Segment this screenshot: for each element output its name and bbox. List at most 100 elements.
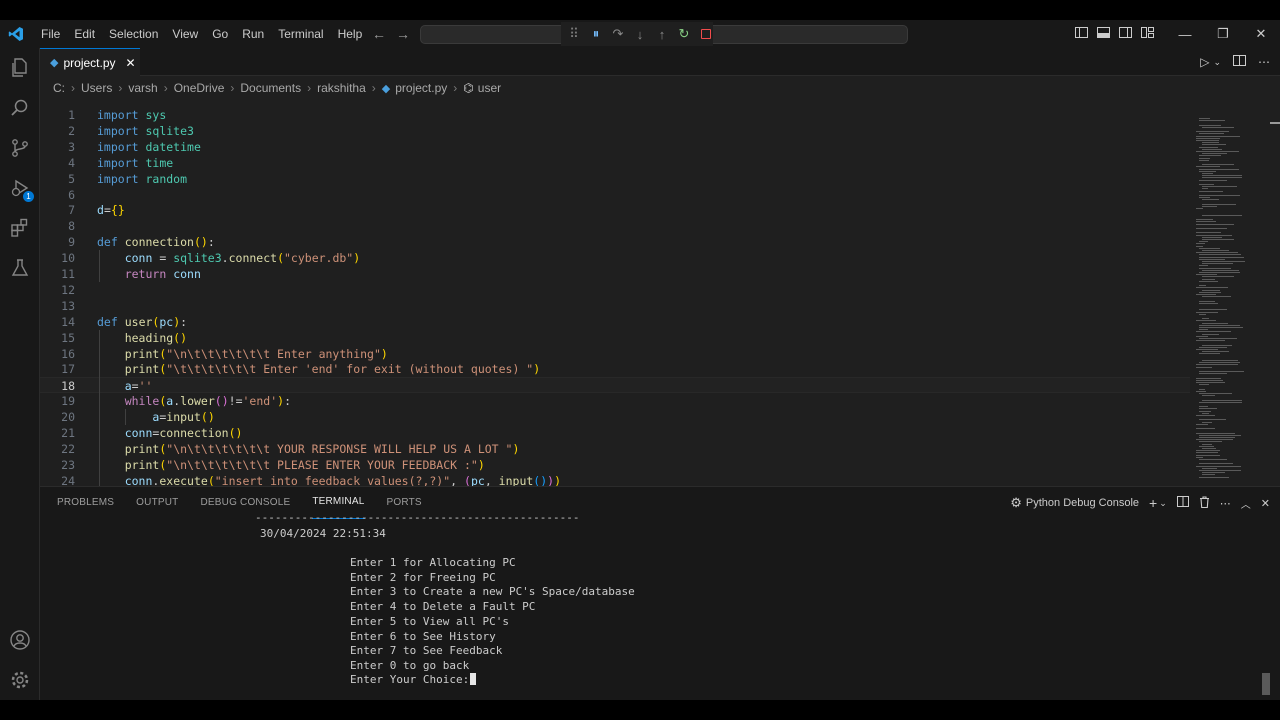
- more-actions-icon[interactable]: ⋯: [1220, 497, 1231, 510]
- customize-layout-icon[interactable]: [1136, 27, 1158, 41]
- minimap-line: [1199, 470, 1242, 471]
- more-actions-icon[interactable]: ⋯: [1258, 55, 1270, 69]
- breadcrumb-item[interactable]: project.py: [395, 81, 447, 95]
- close-panel-icon[interactable]: ✕: [1261, 497, 1270, 510]
- code-line[interactable]: 23 print("\n\t\t\t\t\t\t PLEASE ENTER YO…: [40, 457, 1190, 473]
- breadcrumb-item[interactable]: Documents: [240, 81, 301, 95]
- chevron-right-icon: ›: [163, 81, 168, 95]
- menu-edit[interactable]: Edit: [67, 20, 102, 48]
- terminal-profile[interactable]: ⚙ Python Debug Console: [1010, 495, 1139, 511]
- editor-scrollbar[interactable]: [1270, 122, 1280, 124]
- menu-view[interactable]: View: [165, 20, 205, 48]
- accounts-icon[interactable]: [8, 628, 32, 652]
- code-line[interactable]: 8: [40, 218, 1190, 234]
- menu-terminal[interactable]: Terminal: [271, 20, 330, 48]
- code-line[interactable]: 14 def user(pc):: [40, 314, 1190, 330]
- extensions-icon[interactable]: [8, 216, 32, 240]
- step-out-icon[interactable]: ↑: [655, 27, 669, 42]
- code-editor[interactable]: 1 import sys 2 import sqlite3 3 import dateti…: [40, 98, 1280, 486]
- toggle-panel-icon[interactable]: [1092, 27, 1114, 41]
- minimap[interactable]: [1190, 98, 1270, 486]
- terminal-output[interactable]: ----------------------------------------…: [40, 511, 1270, 700]
- code-line[interactable]: 24 conn.execute("insert into feedback va…: [40, 473, 1190, 486]
- menu-file[interactable]: File: [34, 20, 67, 48]
- forward-arrow-icon[interactable]: →: [396, 20, 410, 48]
- split-terminal-icon[interactable]: [1176, 496, 1189, 510]
- restart-icon[interactable]: ↻: [677, 26, 691, 42]
- breadcrumb-item[interactable]: C:: [53, 81, 65, 95]
- minimap-line: [1196, 331, 1231, 333]
- breadcrumb-item[interactable]: rakshitha: [317, 81, 366, 95]
- code-line[interactable]: 1 import sys: [40, 107, 1190, 123]
- terminal-profile-label: Python Debug Console: [1025, 497, 1140, 509]
- tab-project-py[interactable]: ◆ project.py ✕: [40, 48, 140, 76]
- step-into-icon[interactable]: ↓: [633, 27, 647, 42]
- toggle-sidebar-icon[interactable]: [1070, 27, 1092, 41]
- breadcrumb-item[interactable]: Users: [81, 81, 112, 95]
- code-line[interactable]: 7 d={}: [40, 202, 1190, 218]
- code-text: print("\n\t\t\t\t\t\t PLEASE ENTER YOUR …: [124, 457, 485, 472]
- code-line[interactable]: 21 conn=connection(): [40, 425, 1190, 441]
- debug-toolbar: ⠿ ⏸ ↷ ↓ ↑ ↻: [561, 22, 713, 46]
- pause-icon[interactable]: ⏸: [589, 26, 603, 42]
- minimap-line: [1202, 412, 1209, 414]
- close-tab-icon[interactable]: ✕: [126, 56, 136, 70]
- minimap-line: [1196, 320, 1216, 322]
- breadcrumb-item[interactable]: varsh: [128, 81, 157, 95]
- tab-output[interactable]: OUTPUT: [136, 487, 178, 519]
- code-line[interactable]: 9 def connection():: [40, 234, 1190, 250]
- code-line[interactable]: 5 import random: [40, 171, 1190, 187]
- chevron-down-icon[interactable]: ⌄: [1159, 498, 1167, 509]
- breadcrumb-item[interactable]: user: [478, 81, 501, 95]
- code-line[interactable]: 11 return conn: [40, 266, 1190, 282]
- minimize-icon[interactable]: —: [1166, 27, 1204, 42]
- code-line[interactable]: 12: [40, 282, 1190, 298]
- trash-icon[interactable]: [1199, 495, 1210, 511]
- restore-icon[interactable]: ❐: [1204, 26, 1242, 42]
- source-control-icon[interactable]: [8, 136, 32, 160]
- close-window-icon[interactable]: ✕: [1242, 26, 1280, 42]
- menu-run[interactable]: Run: [235, 20, 271, 48]
- testing-flask-icon[interactable]: [8, 256, 32, 280]
- drag-handle-icon[interactable]: ⠿: [567, 26, 581, 42]
- explorer-icon[interactable]: [8, 56, 32, 80]
- code-line[interactable]: 20 a=input(): [40, 409, 1190, 425]
- menu-help[interactable]: Help: [331, 20, 370, 48]
- step-over-icon[interactable]: ↷: [611, 26, 625, 42]
- stop-icon[interactable]: [699, 27, 713, 42]
- search-icon[interactable]: [8, 96, 32, 120]
- minimap-line: [1202, 474, 1215, 476]
- code-line[interactable]: 4 import time: [40, 155, 1190, 171]
- split-editor-icon[interactable]: [1233, 55, 1246, 69]
- minimap-line: [1196, 219, 1214, 221]
- code-line[interactable]: 17 print("\t\t\t\t\t\t Enter 'end' for e…: [40, 361, 1190, 377]
- chevron-down-icon[interactable]: ⌄: [1213, 57, 1221, 68]
- code-line[interactable]: 3 import datetime: [40, 139, 1190, 155]
- terminal-prompt-line[interactable]: Enter Your Choice:: [350, 673, 477, 687]
- code-line[interactable]: 16 print("\n\t\t\t\t\t\t Enter anything"…: [40, 346, 1190, 362]
- toggle-secondary-sidebar-icon[interactable]: [1114, 27, 1136, 41]
- code-line[interactable]: 19 while(a.lower()!='end'):: [40, 393, 1190, 409]
- code-line[interactable]: 6: [40, 187, 1190, 203]
- minimap-line: [1199, 309, 1228, 311]
- code-text: a=input(): [152, 410, 215, 425]
- code-line[interactable]: 10 conn = sqlite3.connect("cyber.db"): [40, 250, 1190, 266]
- code-line[interactable]: 2 import sqlite3: [40, 123, 1190, 139]
- tab-problems[interactable]: PROBLEMS: [57, 487, 114, 519]
- code-line[interactable]: 22 print("\n\t\t\t\t\t\t YOUR RESPONSE W…: [40, 441, 1190, 457]
- run-debug-icon[interactable]: 1: [8, 176, 34, 202]
- line-number: 18: [61, 379, 75, 394]
- code-line[interactable]: 15 heading(): [40, 330, 1190, 346]
- menu-go[interactable]: Go: [205, 20, 235, 48]
- code-line[interactable]: 18 a='': [40, 377, 1190, 394]
- menu-bar: File Edit Selection View Go Run Terminal…: [34, 20, 369, 48]
- menu-selection[interactable]: Selection: [102, 20, 165, 48]
- maximize-panel-icon[interactable]: ︿: [1241, 496, 1251, 511]
- terminal-scrollbar[interactable]: [1262, 673, 1270, 695]
- back-arrow-icon[interactable]: ←: [372, 20, 386, 48]
- breadcrumb-item[interactable]: OneDrive: [174, 81, 225, 95]
- run-python-file-icon[interactable]: ▷: [1200, 55, 1209, 69]
- new-terminal-icon[interactable]: +: [1149, 495, 1157, 511]
- code-line[interactable]: 13: [40, 298, 1190, 314]
- settings-gear-icon[interactable]: [8, 668, 32, 692]
